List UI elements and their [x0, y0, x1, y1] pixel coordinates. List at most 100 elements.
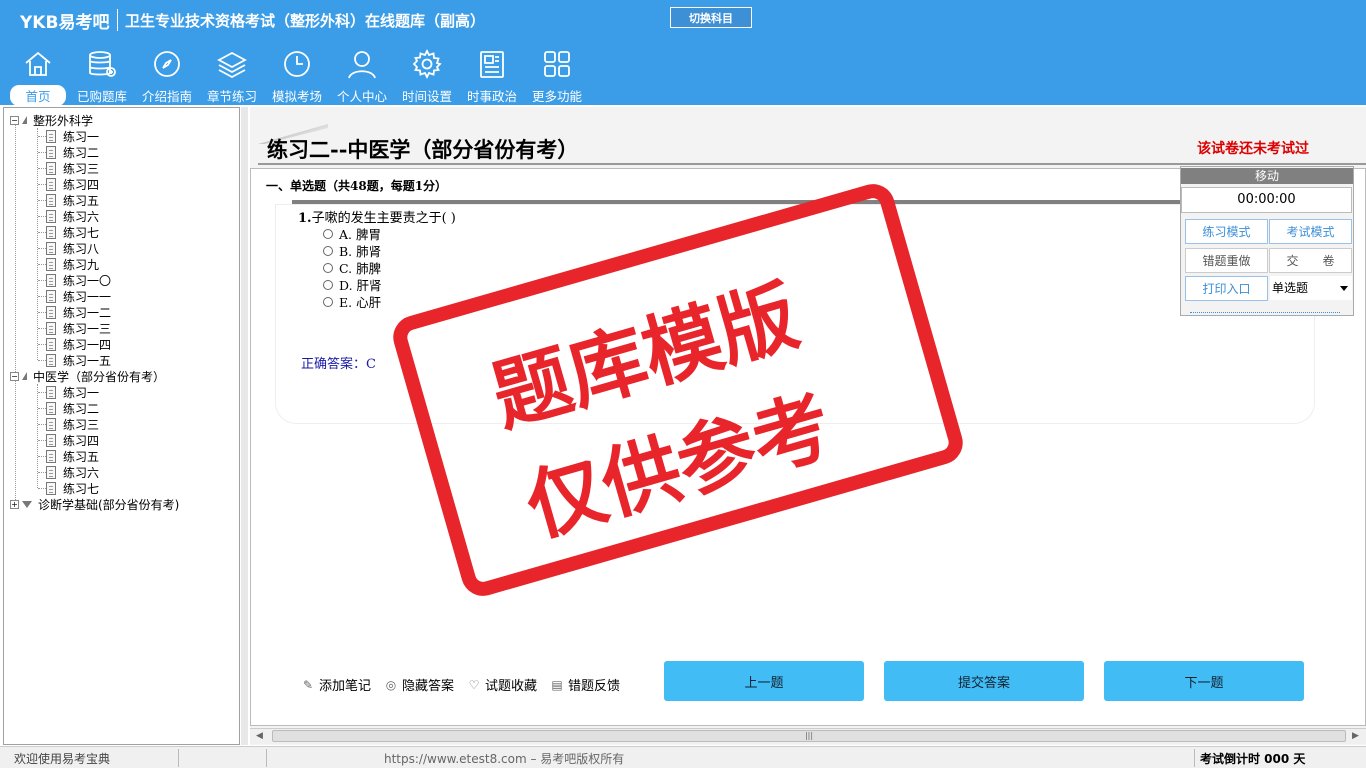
chevron-down-icon[interactable]: [1340, 286, 1348, 291]
title-divider: [258, 163, 1366, 165]
radio-icon[interactable]: [323, 228, 333, 239]
tree-group-label: 诊断学基础(部分省份有考): [38, 497, 180, 512]
tree-item[interactable]: 练习一二: [46, 304, 111, 320]
submit-answer-button[interactable]: 提交答案: [884, 661, 1084, 701]
folder-open-icon: [22, 372, 27, 380]
tree-item-label: 练习六: [63, 209, 100, 224]
tree-item[interactable]: 练习六: [46, 464, 99, 480]
radio-icon[interactable]: [323, 279, 333, 290]
option-label: E. 心肝: [339, 295, 382, 310]
scrollbar-thumb[interactable]: |||: [272, 730, 1346, 742]
nav-label: 章节练习: [206, 89, 257, 104]
tree-item[interactable]: 练习一: [46, 384, 99, 400]
document-icon: [46, 145, 56, 159]
scroll-left-icon[interactable]: ◀: [256, 731, 263, 741]
tree-scrollbar[interactable]: [241, 107, 248, 745]
document-icon: [46, 337, 56, 351]
tree-item-label: 练习三: [63, 417, 100, 432]
submit-paper-button[interactable]: 交 卷: [1269, 248, 1352, 273]
tree-item[interactable]: 练习二: [46, 144, 99, 160]
tree-item[interactable]: 练习五: [46, 192, 99, 208]
exam-title: 练习二--中医学（部分省份有考）: [267, 137, 579, 162]
collapse-icon[interactable]: −: [10, 371, 19, 381]
tree-group-label: 整形外科学: [33, 113, 94, 128]
tree-item[interactable]: 练习八: [46, 240, 99, 256]
nav-time-settings[interactable]: 时间设置: [395, 48, 459, 105]
status-bar: 欢迎使用易考宝典 https://www.etest8.com – 易考吧版权所…: [0, 746, 1366, 768]
tree-item[interactable]: 练习五: [46, 448, 99, 464]
tree-item[interactable]: 练习三: [46, 160, 99, 176]
tree-item-label: 练习三: [63, 161, 100, 176]
radio-icon[interactable]: [323, 262, 333, 273]
tree-item[interactable]: 练习三: [46, 416, 99, 432]
nav-label: 个人中心: [336, 89, 387, 104]
favorite-link[interactable]: ♡ 试题收藏: [467, 675, 537, 695]
document-icon: [46, 385, 56, 399]
tree-item-label: 练习一五: [63, 353, 112, 368]
document-icon: [46, 433, 56, 447]
tree-item[interactable]: 练习一: [46, 128, 99, 144]
nav-home[interactable]: 首页: [6, 48, 70, 106]
panel-divider: [1190, 312, 1340, 313]
tree-item[interactable]: 练习一五: [46, 352, 111, 368]
tree-item[interactable]: 练习七: [46, 480, 99, 496]
tree-item[interactable]: 练习四: [46, 432, 99, 448]
switch-subject-button[interactable]: 切换科目: [670, 7, 752, 28]
prev-question-button[interactable]: 上一题: [664, 661, 864, 701]
next-question-button[interactable]: 下一题: [1104, 661, 1304, 701]
panel-move-handle[interactable]: 移动: [1181, 168, 1353, 184]
folder-open-icon: [22, 116, 27, 124]
tool-label: 错题反馈: [568, 679, 621, 694]
tree-item-label: 练习四: [63, 177, 100, 192]
nav-label: 时事政治: [466, 89, 517, 104]
tree-group-tcm[interactable]: − 中医学（部分省份有考）: [10, 368, 165, 384]
tree-item[interactable]: 练习一一: [46, 288, 111, 304]
nav-purchased[interactable]: 已购题库: [70, 48, 134, 105]
document-icon: [46, 193, 56, 207]
option-e[interactable]: E. 心肝: [323, 292, 381, 311]
tool-label: 添加笔记: [319, 679, 372, 694]
brand-logo: YKB易考吧: [20, 13, 110, 33]
radio-icon[interactable]: [323, 296, 333, 307]
document-icon: [46, 305, 56, 319]
nav-current-affairs[interactable]: 时事政治: [460, 48, 524, 105]
app-header: YKB易考吧 卫生专业技术资格考试（整形外科）在线题库（副高） 切换科目 首页 …: [0, 0, 1366, 106]
tree-item[interactable]: 练习四: [46, 176, 99, 192]
document-icon: [46, 401, 56, 415]
tree-item[interactable]: 练习一四: [46, 336, 111, 352]
tree-item-label: 练习七: [63, 481, 100, 496]
print-entry-button[interactable]: 打印入口: [1185, 276, 1268, 301]
tree-group-plastic-surgery[interactable]: − 整形外科学: [10, 112, 93, 128]
redo-wrong-button[interactable]: 错题重做: [1185, 248, 1268, 273]
collapse-icon[interactable]: −: [10, 115, 19, 125]
document-icon: [46, 273, 56, 287]
add-note-link[interactable]: ✎ 添加笔记: [301, 675, 372, 695]
tree-item[interactable]: 练习七: [46, 224, 99, 240]
nav-guide[interactable]: 介绍指南: [135, 48, 199, 105]
tree-item-label: 练习五: [63, 449, 100, 464]
feedback-link[interactable]: ▤ 错题反馈: [550, 675, 621, 695]
tree-group-label: 中医学（部分省份有考）: [33, 369, 166, 384]
nav-label: 已购题库: [76, 89, 127, 104]
tree-item[interactable]: 练习一〇: [46, 272, 111, 288]
tree-group-diagnostics[interactable]: + 诊断学基础(部分省份有考): [10, 496, 179, 512]
exam-mode-button[interactable]: 考试模式: [1269, 219, 1352, 244]
document-icon: [46, 257, 56, 271]
expand-icon[interactable]: +: [10, 499, 19, 509]
tree-item[interactable]: 练习二: [46, 400, 99, 416]
radio-icon[interactable]: [323, 245, 333, 256]
nav-mock-exam[interactable]: 模拟考场: [265, 48, 329, 105]
scroll-right-icon[interactable]: ▶: [1352, 731, 1359, 741]
tree-item[interactable]: 练习六: [46, 208, 99, 224]
nav-personal-center[interactable]: 个人中心: [330, 48, 394, 105]
nav-more[interactable]: 更多功能: [525, 48, 589, 105]
tree-item-label: 练习一二: [63, 305, 112, 320]
nav-chapter-practice[interactable]: 章节练习: [200, 48, 264, 105]
nav-label: 更多功能: [531, 89, 582, 104]
tree-item[interactable]: 练习一三: [46, 320, 111, 336]
practice-mode-button[interactable]: 练习模式: [1185, 219, 1268, 244]
tree-item[interactable]: 练习九: [46, 256, 99, 272]
hide-answer-link[interactable]: ◎ 隐藏答案: [384, 675, 454, 695]
status-divider: [1194, 749, 1195, 767]
report-icon: ▤: [551, 677, 563, 692]
